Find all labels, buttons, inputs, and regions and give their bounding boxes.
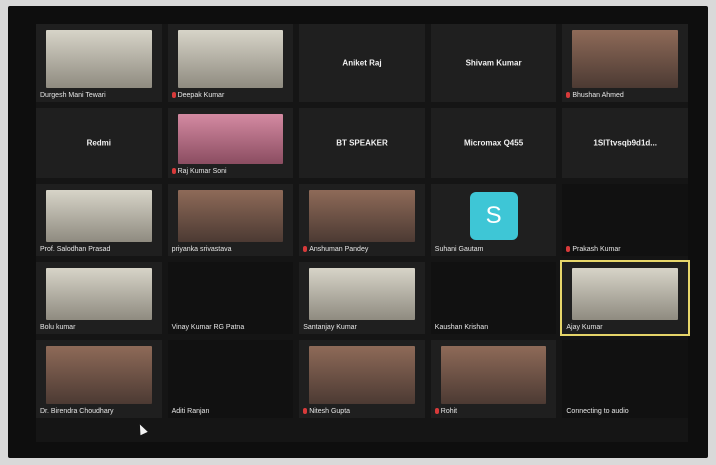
participants-row-4: Bolu kumar Vinay Kumar RG Patna Santanjay … xyxy=(36,260,690,336)
participants-row-3: Prof. Salodhan Prasad priyanka srivastava… xyxy=(36,184,688,256)
participant-tile[interactable]: S Suhani Gautam xyxy=(430,184,557,256)
participant-tile[interactable]: Micromax Q455 xyxy=(430,108,557,178)
participant-name-text: Raj Kumar Soni xyxy=(177,168,227,175)
participant-tile[interactable]: Dr. Birendra Choudhary xyxy=(36,340,162,418)
participant-name-text: Dr. Birendra Choudhary xyxy=(40,408,114,415)
participant-name-text: Ajay Kumar xyxy=(566,324,603,331)
participant-tile[interactable]: Kaushan Krishan xyxy=(430,262,557,334)
muted-mic-icon xyxy=(434,408,439,415)
participant-name-text: Prof. Salodhan Prasad xyxy=(40,246,111,253)
participant-name-text: Santanjay Kumar xyxy=(303,324,357,331)
muted-mic-icon xyxy=(171,168,176,175)
participant-name: Aniket Raj xyxy=(342,58,382,68)
participant-name-text: Bolu kumar xyxy=(40,324,76,331)
participant-name: Dr. Birendra Choudhary xyxy=(40,408,114,415)
muted-mic-icon xyxy=(303,246,308,253)
participants-row-2: Redmi Raj Kumar Soni BT SPEAKER Micromax Q4… xyxy=(36,108,688,178)
participant-tile[interactable]: 1SlTtvsqb9d1d... xyxy=(562,108,688,178)
participant-video xyxy=(440,346,547,404)
participant-tile[interactable]: Redmi xyxy=(36,108,162,178)
participant-video xyxy=(177,190,284,242)
participant-name-text: Anshuman Pandey xyxy=(309,246,369,253)
participant-name: Prakash Kumar xyxy=(566,246,621,253)
participant-video xyxy=(572,268,678,320)
participant-name-text: Deepak Kumar xyxy=(177,92,225,99)
participant-name: Nitesh Gupta xyxy=(303,408,350,415)
participant-tile[interactable]: Santanjay Kumar xyxy=(299,262,425,334)
participant-name: Raj Kumar Soni xyxy=(171,168,227,175)
photo-frame: Durgesh Mani Tewari Deepak Kumar Aniket Ra… xyxy=(8,6,708,458)
participant-name: Connecting to audio xyxy=(566,408,628,415)
participant-video xyxy=(46,190,152,242)
participant-tile[interactable]: Rohit xyxy=(430,340,557,418)
participant-tile[interactable]: priyanka srivastava xyxy=(167,184,294,256)
participant-tile[interactable]: Raj Kumar Soni xyxy=(167,108,294,178)
participants-row-1: Durgesh Mani Tewari Deepak Kumar Aniket Ra… xyxy=(36,24,688,102)
participant-tile[interactable]: Bolu kumar xyxy=(36,262,162,334)
participant-name: Aditi Ranjan xyxy=(172,408,210,415)
participant-video xyxy=(46,346,152,404)
participant-video xyxy=(572,30,678,88)
participant-name: BT SPEAKER xyxy=(336,138,388,148)
participant-tile[interactable]: Prakash Kumar xyxy=(562,184,688,256)
participant-tile[interactable]: Aditi Ranjan xyxy=(167,340,294,418)
participant-video xyxy=(177,30,284,88)
participant-video xyxy=(309,346,415,404)
participant-name-text: Kaushan Krishan xyxy=(434,324,489,331)
participant-tile[interactable]: Shivam Kumar xyxy=(430,24,557,102)
muted-mic-icon xyxy=(303,408,308,415)
participant-video xyxy=(309,268,415,320)
participant-tile[interactable]: BT SPEAKER xyxy=(299,108,425,178)
participant-name: priyanka srivastava xyxy=(172,246,232,253)
participant-name-text: Nitesh Gupta xyxy=(309,408,351,415)
participant-name: Bolu kumar xyxy=(40,324,75,331)
participant-tile[interactable]: Anshuman Pandey xyxy=(299,184,425,256)
participant-name: Vinay Kumar RG Patna xyxy=(172,324,245,331)
muted-mic-icon xyxy=(566,246,571,253)
participant-tile[interactable]: Durgesh Mani Tewari xyxy=(36,24,162,102)
participant-name: Ajay Kumar xyxy=(566,324,602,331)
participant-name-text: priyanka srivastava xyxy=(171,246,232,253)
participant-tile[interactable]: Bhushan Ahmed xyxy=(562,24,688,102)
participant-name-text: Suhani Gautam xyxy=(434,246,484,253)
participant-tile[interactable]: Deepak Kumar xyxy=(167,24,294,102)
participant-name: Micromax Q455 xyxy=(464,138,524,148)
participant-name-text: Rohit xyxy=(440,408,458,415)
participant-name: Prof. Salodhan Prasad xyxy=(40,246,110,253)
participant-name: Suhani Gautam xyxy=(435,246,484,253)
muted-mic-icon xyxy=(566,92,571,99)
participant-video xyxy=(177,114,284,164)
participant-name: Shivam Kumar xyxy=(465,58,522,68)
participant-tile[interactable]: Connecting to audio xyxy=(562,340,688,418)
participant-video xyxy=(46,30,152,88)
participant-name: 1SlTtvsqb9d1d... xyxy=(593,138,657,148)
participant-tile[interactable]: Ajay Kumar xyxy=(560,260,690,336)
participant-video xyxy=(309,190,415,242)
participant-name: Santanjay Kumar xyxy=(303,324,357,331)
participant-name: Durgesh Mani Tewari xyxy=(40,92,106,99)
participant-name: Rohit xyxy=(434,408,458,415)
participant-name: Bhushan Ahmed xyxy=(566,92,624,99)
avatar: S xyxy=(469,192,518,240)
participant-name: Kaushan Krishan xyxy=(435,324,488,331)
participants-row-5: Dr. Birendra Choudhary Aditi Ranjan Nitesh… xyxy=(36,340,688,418)
participant-name-text: Prakash Kumar xyxy=(572,246,621,253)
muted-mic-icon xyxy=(171,92,176,99)
participant-name: Deepak Kumar xyxy=(171,92,225,99)
participant-name-text: Connecting to audio xyxy=(566,408,629,415)
video-call-screen: Durgesh Mani Tewari Deepak Kumar Aniket Ra… xyxy=(36,24,690,442)
mouse-cursor-icon xyxy=(136,422,148,436)
participant-name-text: Bhushan Ahmed xyxy=(572,92,624,99)
participant-name: Anshuman Pandey xyxy=(303,246,368,253)
participant-tile[interactable]: Vinay Kumar RG Patna xyxy=(167,262,294,334)
participant-tile[interactable]: Aniket Raj xyxy=(299,24,425,102)
participant-tile[interactable]: Prof. Salodhan Prasad xyxy=(36,184,162,256)
participant-tile[interactable]: Nitesh Gupta xyxy=(299,340,425,418)
participant-name-text: Vinay Kumar RG Patna xyxy=(171,324,245,331)
participant-name-text: Aditi Ranjan xyxy=(171,408,210,415)
participant-name: Redmi xyxy=(86,138,112,148)
participant-video xyxy=(46,268,152,320)
participant-name-text: Durgesh Mani Tewari xyxy=(40,92,106,99)
